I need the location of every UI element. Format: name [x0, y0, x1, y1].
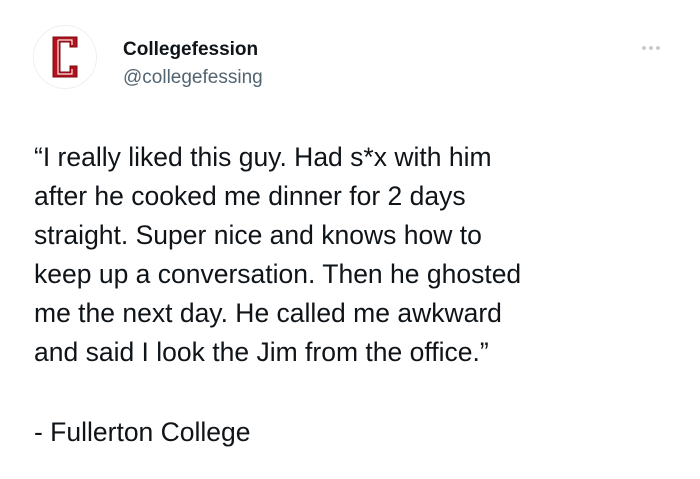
tweet-attribution: - Fullerton College: [34, 417, 251, 447]
tweet-text-line: straight. Super nice and knows how to: [34, 220, 482, 250]
tweet-text-line: and said I look the Jim from the office.…: [34, 337, 489, 367]
tweet-text-line: me the next day. He called me awkward: [34, 298, 502, 328]
tweet-text-line: “I really liked this guy. Had s*x with h…: [34, 142, 492, 172]
tweet-text-line: after he cooked me dinner for 2 days: [34, 181, 466, 211]
tweet-card: Collegefession @collegefessing “I really…: [0, 0, 700, 479]
more-options-button[interactable]: [636, 37, 666, 59]
more-options-icon-dot: [649, 46, 653, 50]
user-handle[interactable]: @collegefessing: [123, 66, 263, 90]
red-c-logo-icon: [34, 26, 96, 88]
more-options-icon: [642, 46, 646, 50]
avatar[interactable]: [33, 25, 97, 89]
tweet-text: “I really liked this guy. Had s*x with h…: [34, 138, 674, 372]
tweet-header: Collegefession @collegefessing: [0, 0, 700, 110]
more-options-icon-dot: [656, 46, 660, 50]
display-name[interactable]: Collegefession: [123, 38, 258, 62]
tweet-text-line: keep up a conversation. Then he ghosted: [34, 259, 522, 289]
